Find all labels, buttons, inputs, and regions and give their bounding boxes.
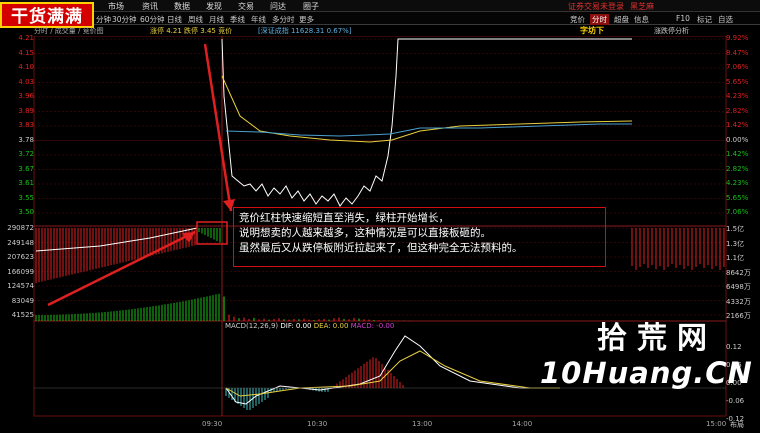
axis-tick-label: 9.92% [726, 34, 749, 42]
axis-tick-label: 1.3亿 [726, 239, 745, 248]
axis-tick-label: 6498万 [726, 283, 751, 291]
tab-auction[interactable]: 竞价 [570, 14, 585, 25]
top-menu-bar: 市场 资讯 数据 发现 交易 问达 圈子 证券交易未登录 黑芝麻 [0, 0, 760, 12]
period-month[interactable]: 月线 [209, 14, 224, 25]
axis-tick-label: 3.61 [18, 179, 34, 187]
axis-tick-label: 3.78 [18, 135, 34, 144]
axis-tick-label: 7.06% [726, 63, 749, 71]
axis-tick-label: 2166万 [726, 312, 751, 320]
axis-tick-label: 2.82% [726, 106, 749, 115]
annotation-line: 虽然最后又从跌停板附近拉起来了，但这种完全无法预料的。 [239, 242, 523, 254]
macd-dif: DIF: 0.00 [280, 322, 312, 330]
axis-tick-label: 3.50 [18, 208, 34, 216]
menu-data[interactable]: 数据 [174, 1, 190, 12]
time-label: 09:30 [202, 420, 223, 428]
axis-tick-label: 1.1亿 [726, 254, 745, 262]
time-axis: 09:30 10:30 13:00 14:00 15:00 [34, 418, 726, 430]
tab-mark[interactable]: 标记 [697, 14, 712, 25]
layout-button[interactable]: 布局 [730, 420, 744, 430]
badge-label: 字坊下 [580, 26, 604, 35]
axis-tick-label: 4.15 [18, 48, 34, 57]
axis-tick-label: 290872 [7, 224, 34, 232]
time-label: 10:30 [307, 420, 328, 428]
period-day[interactable]: 日线 [167, 14, 182, 25]
axis-tick-label: 3.72 [18, 150, 34, 158]
axis-tick-label: 0.12 [726, 343, 742, 351]
period-year[interactable]: 年线 [251, 14, 266, 25]
axis-tick-label: 1.42% [726, 121, 749, 129]
axis-tick-label: 7.06% [726, 208, 749, 216]
tab-watchlist[interactable]: 自选 [718, 14, 733, 25]
time-label: 13:00 [412, 420, 433, 428]
period-more[interactable]: 更多 [299, 14, 314, 25]
axis-tick-label: 2.82% [726, 164, 749, 173]
period-week[interactable]: 周线 [188, 14, 203, 25]
macd-dea-line [225, 350, 560, 397]
axis-tick-label: 207623 [7, 253, 34, 261]
logo-badge: 干货满满 [0, 2, 94, 28]
axis-tick-label: 3.67 [18, 164, 34, 173]
limit-info: 涨停 4.21 跌停 3.45 竞价 [150, 27, 233, 35]
watermark-cn: 拾荒网 [597, 321, 717, 356]
annotation-line: 竞价红柱快速缩短直至消失，绿柱开始增长， [239, 212, 449, 224]
tab-super[interactable]: 超盘 [614, 14, 629, 25]
axis-tick-label: 8642万 [726, 268, 751, 277]
macd-dea: DEA: 0.00 [313, 322, 349, 330]
axis-tick-label: 8.47% [726, 48, 749, 57]
macd-legend: MACD(12,26,9) DIF: 0.00 DEA: 0.00 MACD: … [225, 322, 394, 330]
time-label: 14:00 [512, 420, 533, 428]
menu-ask[interactable]: 问达 [270, 1, 286, 12]
tab-timeshare[interactable]: 分时 [590, 14, 609, 25]
tab-f10[interactable]: F10 [676, 14, 690, 23]
axis-tick-label: 3.96 [18, 92, 34, 100]
period-30min[interactable]: 30分钟 [112, 14, 137, 25]
period-toolbar: 分钟 30分钟 60分钟 日线 周线 月线 季线 年线 多分时 更多 竞价 分时… [0, 12, 760, 25]
period-60min[interactable]: 60分钟 [140, 14, 165, 25]
menu-news[interactable]: 资讯 [142, 1, 158, 12]
axis-tick-label: 83049 [11, 296, 34, 305]
axis-tick-label: 3.83 [18, 121, 34, 129]
info-bar: 分时 / 成交量 / 竞价图 涨停 4.21 跌停 3.45 竞价 [深证成指 … [0, 26, 760, 36]
axis-tick-label: 1.5亿 [726, 225, 745, 233]
index-info: [深证成指 11628.31 0.67%] [258, 27, 352, 35]
axis-tick-label: 3.89 [18, 106, 34, 115]
user-name[interactable]: 黑芝麻 [630, 1, 654, 12]
axis-tick-label: 4.21 [18, 34, 34, 42]
limit-analysis-link[interactable]: 涨跌停分析 [654, 26, 689, 36]
macd-dif-line [225, 335, 560, 405]
axis-tick-label: 0.00% [726, 135, 749, 144]
period-quarter[interactable]: 季线 [230, 14, 245, 25]
menu-circle[interactable]: 圈子 [303, 1, 319, 12]
watermark-en: 10Huang.CN [540, 356, 753, 390]
axis-tick-label: 4332万 [726, 297, 751, 306]
annotation-line: 说明想卖的人越来越多，这种情况是可以直接板砸的。 [239, 227, 491, 239]
axis-tick-label: 41525 [11, 311, 34, 319]
chart-mode-label: 分时 / 成交量 / 竞价图 [34, 27, 104, 35]
axis-tick-label: 1.42% [726, 150, 749, 158]
axis-tick-label: 4.10 [18, 63, 34, 71]
period-multi[interactable]: 多分时 [272, 14, 295, 25]
login-link[interactable]: 证券交易未登录 [568, 1, 624, 12]
macd-name: MACD(12,26,9) [225, 322, 279, 330]
macd-value: MACD: -0.00 [350, 322, 395, 330]
axis-tick-label: 4.23% [726, 179, 749, 187]
axis-tick-label: 4.23% [726, 92, 749, 100]
axis-tick-label: 124574 [7, 282, 34, 290]
axis-tick-label: -0.06 [726, 397, 745, 405]
axis-tick-label: 5.65% [726, 77, 749, 86]
menu-market[interactable]: 市场 [108, 1, 124, 12]
axis-tick-label: 4.03 [18, 77, 34, 86]
axis-tick-label: 249148 [7, 238, 34, 247]
axis-tick-label: 5.65% [726, 193, 749, 202]
annotation-box: 竞价红柱快速缩短直至消失，绿柱开始增长， 说明想卖的人越来越多，这种情况是可以直… [233, 207, 606, 267]
axis-tick-label: 3.55 [18, 193, 34, 202]
tab-info[interactable]: 信息 [634, 14, 649, 25]
average-line [221, 75, 633, 143]
time-label: 15:00 [706, 420, 727, 428]
menu-trade[interactable]: 交易 [238, 1, 254, 12]
menu-discover[interactable]: 发现 [206, 1, 222, 12]
axis-tick-label: 166099 [7, 267, 34, 276]
period-minute[interactable]: 分钟 [96, 14, 111, 25]
